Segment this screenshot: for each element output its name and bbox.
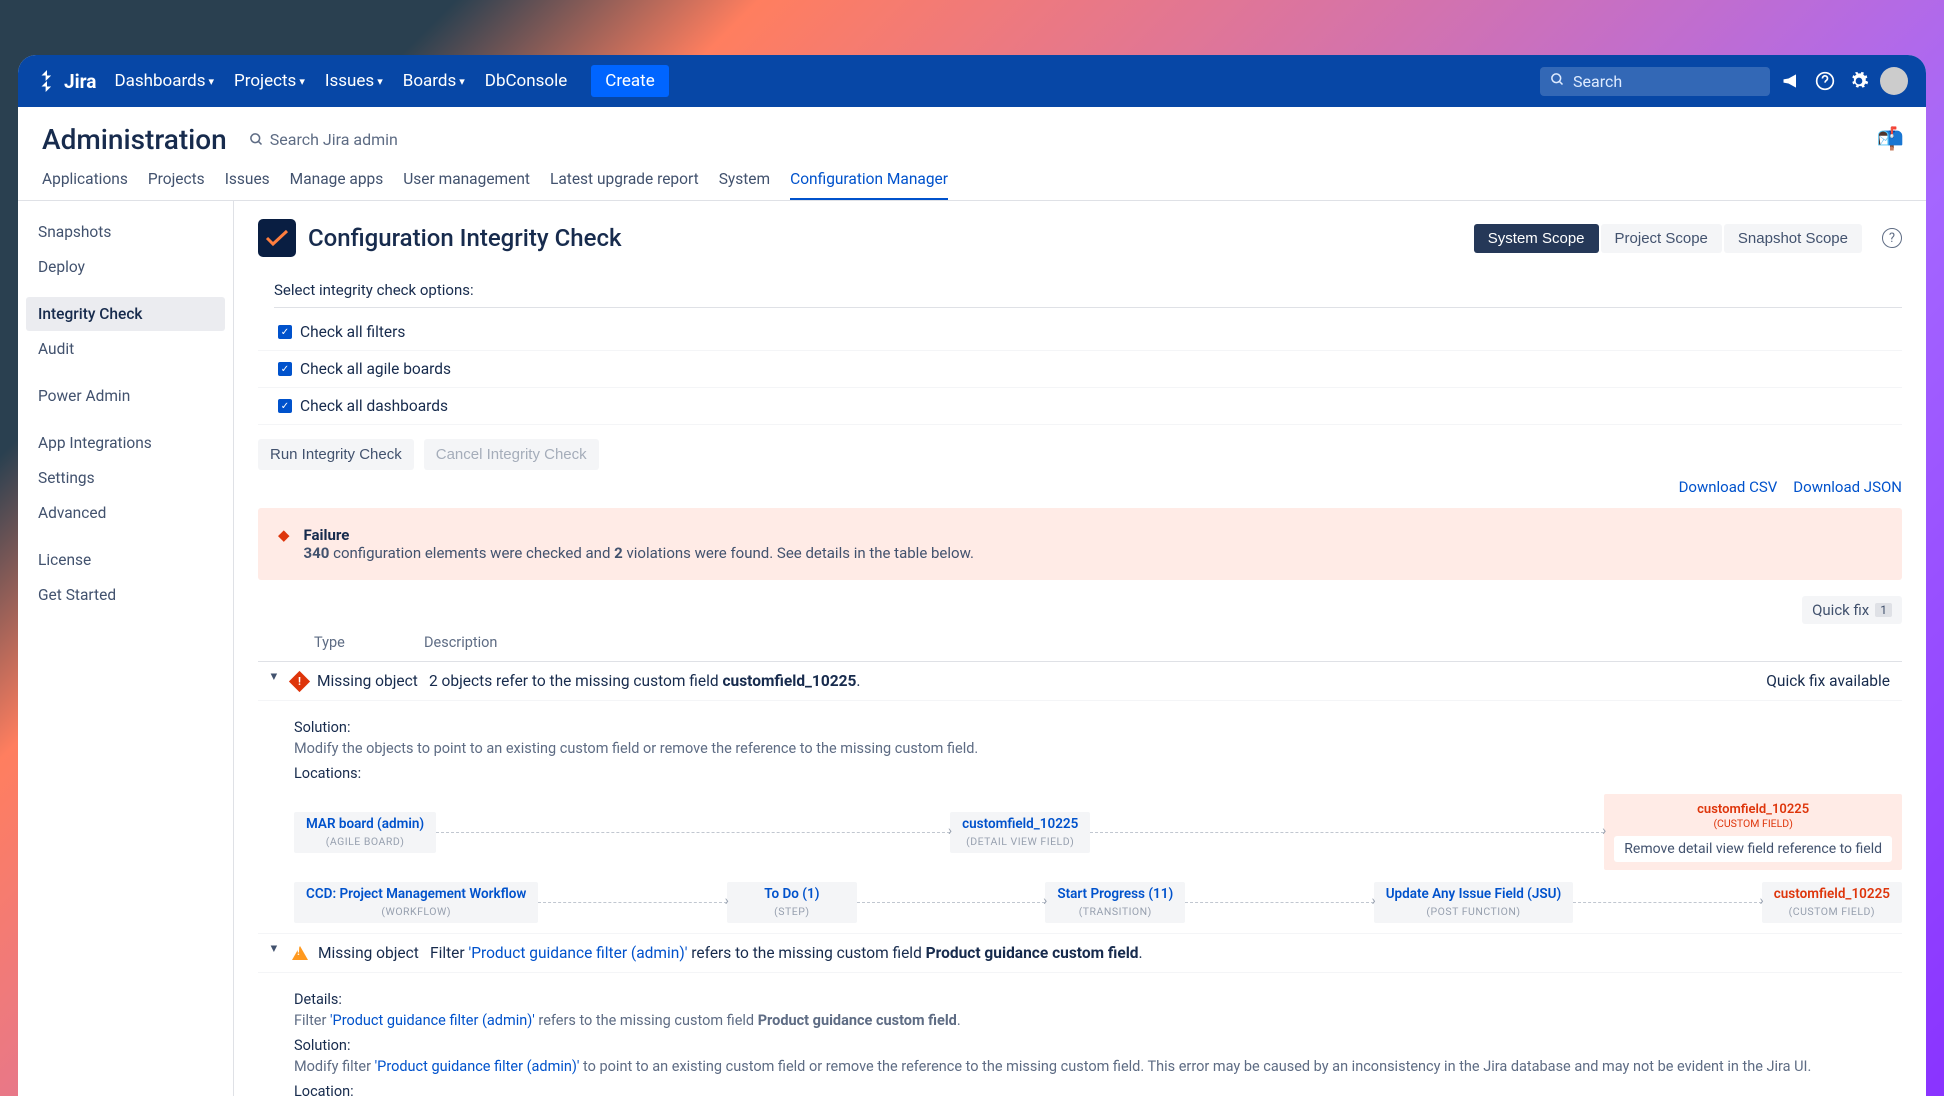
warning-icon: ! [292, 946, 308, 960]
admin-tab-issues[interactable]: Issues [225, 170, 270, 200]
scope-project-scope[interactable]: Project Scope [1601, 224, 1722, 253]
admin-tab-applications[interactable]: Applications [42, 170, 128, 200]
search-icon [1550, 72, 1565, 91]
failure-icon: ◆ [278, 526, 290, 562]
user-avatar[interactable] [1880, 67, 1908, 95]
admin-title: Administration [42, 123, 227, 156]
failure-title: Failure [304, 526, 974, 544]
checkbox-icon[interactable]: ✓ [278, 399, 292, 413]
options-label: Select integrity check options: [274, 281, 1902, 308]
admin-header: Administration Search Jira admin [18, 107, 1926, 156]
nav-issues[interactable]: Issues▾ [315, 71, 393, 91]
nav-projects[interactable]: Projects▾ [224, 71, 315, 91]
error-icon: ! [289, 670, 310, 691]
sidebar-item-deploy[interactable]: Deploy [26, 250, 225, 284]
admin-tab-configuration-manager[interactable]: Configuration Manager [790, 170, 948, 200]
column-description: Description [424, 634, 497, 651]
search-placeholder: Search [1573, 72, 1622, 91]
nav-dbconsole[interactable]: DbConsole [475, 71, 577, 91]
location-pill[interactable]: To Do (1)(STEP) [727, 882, 857, 923]
issue-detail: Solution:Modify the objects to point to … [258, 701, 1902, 934]
help-icon[interactable] [1812, 68, 1838, 94]
cancel-integrity-check-button: Cancel Integrity Check [424, 439, 599, 470]
location-pill[interactable]: customfield_10225(DETAIL VIEW FIELD) [950, 812, 1090, 853]
jira-logo[interactable]: Jira [36, 70, 96, 93]
integrity-check-icon [258, 219, 296, 257]
failure-banner: ◆ Failure 340 configuration elements wer… [258, 508, 1902, 580]
admin-tab-user-management[interactable]: User management [403, 170, 530, 200]
admin-tabs: Applications Projects Issues Manage apps Use… [18, 156, 1926, 201]
main-content: Configuration Integrity Check System Sco… [234, 201, 1926, 1096]
download-json-link[interactable]: Download JSON [1793, 478, 1902, 496]
location-pill[interactable]: Start Progress (11)(TRANSITION) [1045, 882, 1185, 923]
sidebar-item-audit[interactable]: Audit [26, 332, 225, 366]
sidebar-item-advanced[interactable]: Advanced [26, 496, 225, 530]
checkbox-icon[interactable]: ✓ [278, 362, 292, 376]
sidebar-item-app-integrations[interactable]: App Integrations [26, 426, 225, 460]
table-header: Type Description [258, 624, 1902, 662]
check-option[interactable]: ✓Check all filters [258, 314, 1902, 351]
admin-tab-latest-upgrade-report[interactable]: Latest upgrade report [550, 170, 699, 200]
admin-search[interactable]: Search Jira admin [249, 130, 398, 149]
fix-box: customfield_10225(CUSTOM FIELD)Remove de… [1604, 794, 1902, 870]
quick-fix-button[interactable]: Quick fix 1 [1802, 596, 1902, 624]
sidebar-item-get-started[interactable]: Get Started [26, 578, 225, 612]
location-pill[interactable]: Update Any Issue Field (JSU)(POST FUNCTI… [1374, 882, 1574, 923]
scope-help-icon[interactable]: ? [1882, 228, 1902, 248]
admin-tab-manage-apps[interactable]: Manage apps [290, 170, 384, 200]
location-pill[interactable]: customfield_10225(CUSTOM FIELD) [1762, 882, 1902, 923]
scope-system-scope[interactable]: System Scope [1474, 224, 1599, 253]
download-csv-link[interactable]: Download CSV [1679, 478, 1778, 496]
issue-detail: Details:Filter 'Product guidance filter … [258, 973, 1902, 1096]
admin-tab-projects[interactable]: Projects [148, 170, 205, 200]
scope-selector: System ScopeProject ScopeSnapshot Scope [1474, 224, 1862, 253]
location-pill[interactable]: MAR board (admin)(AGILE BOARD) [294, 812, 436, 853]
fix-action-button[interactable]: Remove detail view field reference to fi… [1614, 836, 1892, 862]
settings-icon[interactable] [1846, 68, 1872, 94]
admin-tab-system[interactable]: System [719, 170, 770, 200]
notification-icon[interactable]: 📬 [1877, 127, 1904, 152]
chevron-down-icon[interactable]: ▸ [267, 945, 282, 961]
check-option[interactable]: ✓Check all agile boards [258, 351, 1902, 388]
run-integrity-check-button[interactable]: Run Integrity Check [258, 439, 414, 470]
whats-new-icon[interactable] [1778, 68, 1804, 94]
sidebar-item-power-admin[interactable]: Power Admin [26, 379, 225, 413]
global-search[interactable]: Search [1540, 67, 1770, 96]
sidebar-item-license[interactable]: License [26, 543, 225, 577]
chevron-down-icon[interactable]: ▸ [267, 673, 282, 689]
sidebar-item-integrity-check[interactable]: Integrity Check [26, 297, 225, 331]
column-type: Type [314, 634, 424, 651]
location-pill[interactable]: CCD: Project Management Workflow(WORKFLO… [294, 882, 538, 923]
sidebar: SnapshotsDeploy Integrity CheckAudit Power… [18, 201, 234, 1096]
top-nav: Jira Dashboards▾Projects▾Issues▾Boards▾D… [18, 55, 1926, 107]
create-button[interactable]: Create [591, 65, 669, 97]
checkbox-icon[interactable]: ✓ [278, 325, 292, 339]
issue-row[interactable]: ▸!Missing objectFilter 'Product guidance… [258, 934, 1902, 973]
quick-fix-count: 1 [1875, 603, 1892, 617]
failure-body: 340 configuration elements were checked … [304, 544, 974, 562]
check-option[interactable]: ✓Check all dashboards [258, 388, 1902, 425]
nav-dashboards[interactable]: Dashboards▾ [104, 71, 224, 91]
sidebar-item-snapshots[interactable]: Snapshots [26, 215, 225, 249]
brand-text: Jira [64, 70, 96, 93]
scope-snapshot-scope[interactable]: Snapshot Scope [1724, 224, 1862, 253]
page-title: Configuration Integrity Check [308, 224, 622, 252]
issue-row[interactable]: ▸!Missing object2 objects refer to the m… [258, 662, 1902, 701]
nav-boards[interactable]: Boards▾ [393, 71, 475, 91]
sidebar-item-settings[interactable]: Settings [26, 461, 225, 495]
